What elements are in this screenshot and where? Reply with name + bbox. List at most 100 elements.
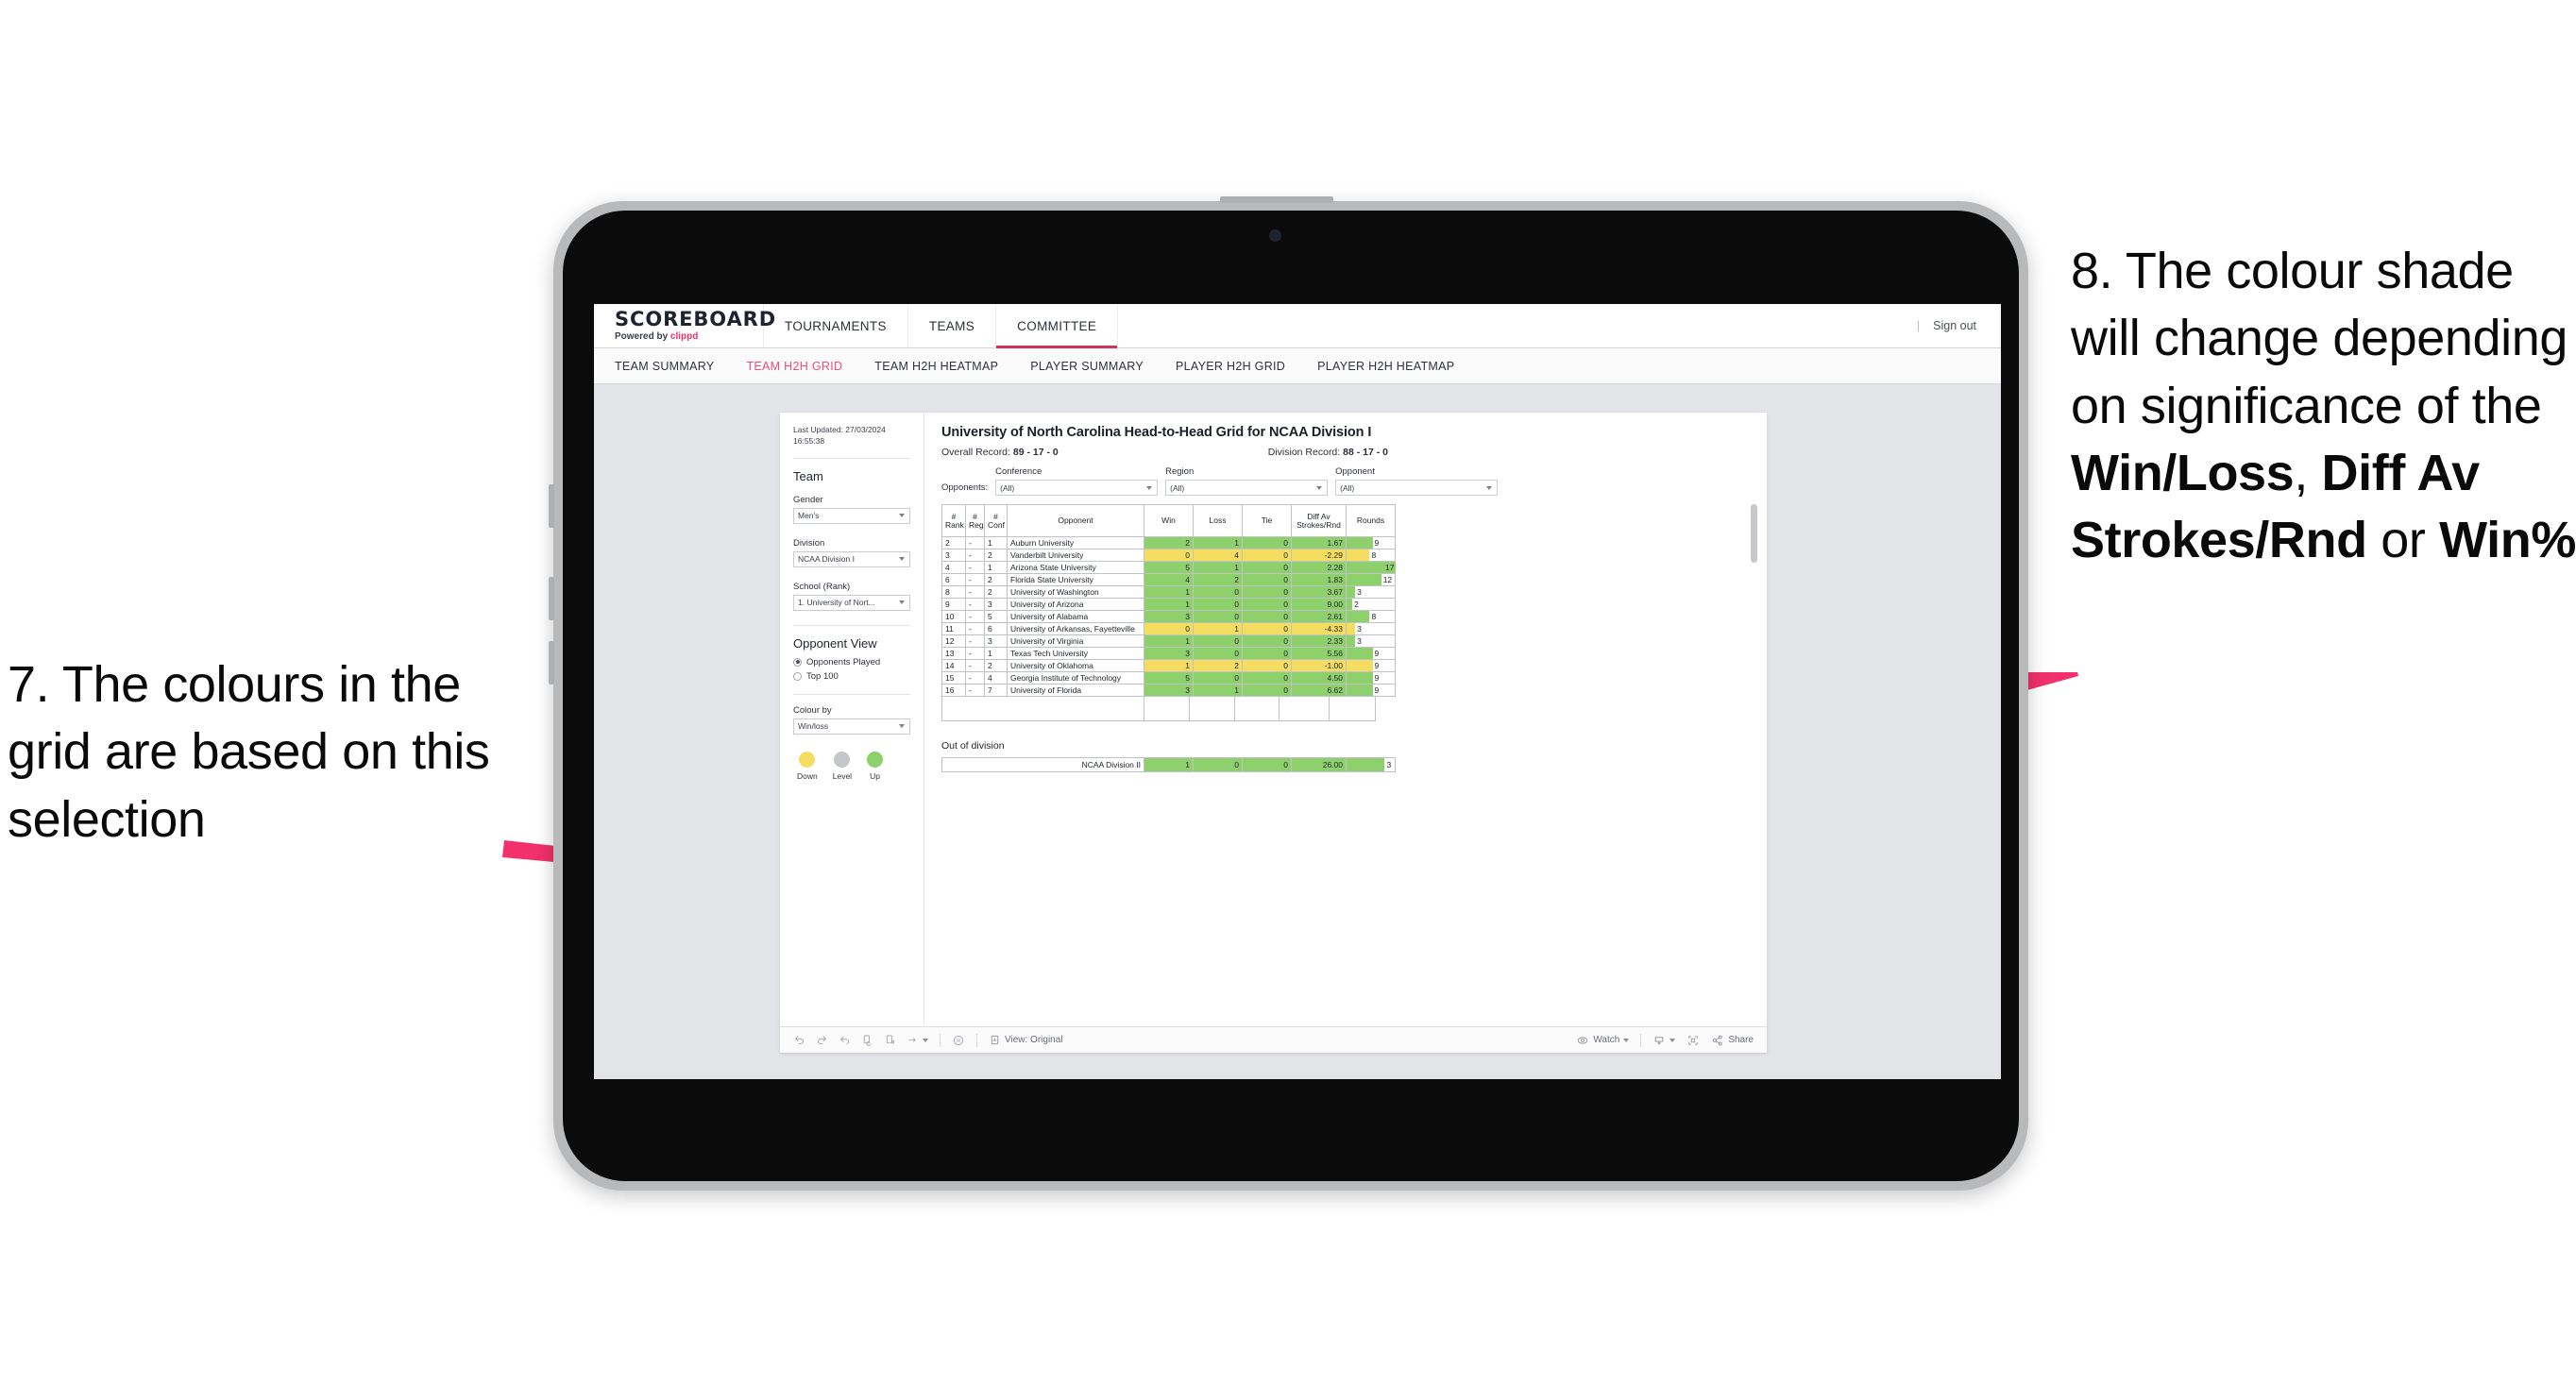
- cell-conf: 1: [984, 561, 1008, 574]
- table-row[interactable]: 9-3 University of Arizona 1 0 0 9.00 2: [941, 598, 1396, 611]
- school-select[interactable]: 1. University of Nort...: [793, 594, 910, 611]
- subnav-team-h2h-grid[interactable]: TEAM H2H GRID: [746, 360, 842, 373]
- region-filter-select[interactable]: (All): [1165, 480, 1329, 496]
- subnav-team-summary[interactable]: TEAM SUMMARY: [615, 360, 714, 373]
- brand-logo[interactable]: SCOREBOARD Powered by clippd: [594, 304, 775, 347]
- device-layout-button[interactable]: [1686, 1034, 1700, 1047]
- view-original-button[interactable]: View: Original: [989, 1034, 1063, 1046]
- pause-icon[interactable]: [952, 1034, 965, 1047]
- divider-1: [793, 457, 910, 459]
- division-select[interactable]: NCAA Division I: [793, 550, 910, 567]
- cell-tie: 0: [1242, 585, 1292, 599]
- download-button[interactable]: [1652, 1034, 1676, 1047]
- conference-filter-select[interactable]: (All): [995, 480, 1159, 496]
- viz-panel: University of North Carolina Head-to-Hea…: [924, 413, 1767, 1026]
- colour-by-field: Colour by Win/loss: [793, 705, 910, 735]
- cell-opponent: Auburn University: [1007, 536, 1144, 549]
- subnav-player-summary[interactable]: PLAYER SUMMARY: [1030, 360, 1144, 373]
- table-row[interactable]: 15-4 Georgia Institute of Technology 5 0 0 4.…: [941, 671, 1396, 685]
- overall-record-label: Overall Record:: [941, 447, 1010, 458]
- table-row[interactable]: 10-5 University of Alabama 3 0 0 2.61 8: [941, 610, 1396, 623]
- side-button[interactable]: [549, 641, 554, 685]
- chevron-down-icon: [899, 557, 905, 562]
- nav-committee[interactable]: COMMITTEE: [996, 304, 1119, 348]
- toolbar-right-group: Watch Share: [1576, 1033, 1754, 1047]
- cell-rounds: 17: [1346, 561, 1396, 574]
- rounds-value: 8: [1371, 611, 1377, 621]
- cell-loss: 4: [1193, 549, 1243, 562]
- cell-reg: -: [965, 561, 985, 574]
- col-rank: # Rank: [941, 504, 966, 537]
- rounds-value: 9: [1374, 648, 1380, 658]
- division-record: Division Record: 88 - 17 - 0: [1268, 447, 1388, 458]
- gender-select[interactable]: Men's: [793, 507, 910, 524]
- radio-top-100-label: Top 100: [806, 670, 839, 682]
- refresh-data-icon[interactable]: [861, 1034, 873, 1046]
- cell-reg: -: [965, 684, 985, 697]
- table-row[interactable]: 4-1 Arizona State University 5 1 0 2.28 17: [941, 561, 1396, 574]
- out-of-division-body: NCAA Division II 1 0 0 26.00 3: [941, 757, 1396, 772]
- cell-opponent: Vanderbilt University: [1007, 549, 1144, 562]
- radio-opponents-played[interactable]: Opponents Played: [793, 657, 910, 668]
- table-row[interactable]: 2-1 Auburn University 2 1 0 1.67 9: [941, 536, 1396, 549]
- subnav-player-h2h-grid[interactable]: PLAYER H2H GRID: [1176, 360, 1285, 373]
- table-row[interactable]: 13-1 Texas Tech University 3 0 0 5.56 9: [941, 647, 1396, 660]
- table-row[interactable]: 12-3 University of Virginia 1 0 0 2.33 3: [941, 634, 1396, 648]
- gender-value: Men's: [798, 511, 820, 521]
- watch-button[interactable]: Watch: [1576, 1034, 1630, 1047]
- col-rounds-label: Rounds: [1356, 516, 1385, 526]
- nav-teams[interactable]: TEAMS: [908, 304, 997, 347]
- cell-rank: 15: [941, 671, 966, 685]
- cell-diff: 2.61: [1291, 610, 1347, 623]
- cell-conf: 3: [984, 598, 1008, 611]
- flow-icon[interactable]: [907, 1034, 928, 1046]
- opponent-filter-select[interactable]: (All): [1335, 480, 1499, 496]
- table-row[interactable]: 8-2 University of Washington 1 0 0 3.67 3: [941, 585, 1396, 599]
- volume-down-button[interactable]: [549, 577, 554, 620]
- cell-tie: 0: [1242, 573, 1292, 586]
- power-button[interactable]: [1220, 196, 1333, 203]
- subnav-team-h2h-heatmap[interactable]: TEAM H2H HEATMAP: [874, 360, 998, 373]
- grid-scrollbar[interactable]: [1751, 504, 1757, 563]
- colour-by-select[interactable]: Win/loss: [793, 718, 910, 735]
- toolbar-divider-3: [1640, 1033, 1642, 1047]
- table-row[interactable]: 6-2 Florida State University 4 2 0 1.83 12: [941, 573, 1396, 586]
- view-original-label: View: Original: [1005, 1035, 1063, 1045]
- rounds-bar: [1347, 623, 1356, 634]
- cell-win: 1: [1144, 757, 1194, 772]
- cell-tie: 0: [1242, 659, 1292, 672]
- sign-out-link[interactable]: Sign out: [1933, 319, 1976, 332]
- redo-icon[interactable]: [816, 1034, 828, 1046]
- cell-rounds: 9: [1346, 684, 1396, 697]
- revert-icon[interactable]: [839, 1034, 851, 1046]
- subnav-player-h2h-heatmap[interactable]: PLAYER H2H HEATMAP: [1317, 360, 1454, 373]
- cell-opponent: University of Virginia: [1007, 634, 1144, 648]
- undo-icon[interactable]: [793, 1034, 805, 1046]
- cell-rounds: 9: [1346, 536, 1396, 549]
- share-button[interactable]: Share: [1711, 1034, 1754, 1047]
- table-row[interactable]: 11-6 University of Arkansas, Fayetteville…: [941, 622, 1396, 635]
- rounds-bar: [1347, 537, 1373, 549]
- share-label: Share: [1728, 1035, 1754, 1045]
- filters-panel: Last Updated: 27/03/2024 16:55:38 Team G…: [780, 413, 924, 1026]
- out-of-division-title: Out of division: [941, 740, 1005, 752]
- rounds-value: 3: [1357, 635, 1362, 646]
- radio-top-100[interactable]: Top 100: [793, 671, 910, 682]
- volume-up-button[interactable]: [549, 484, 554, 528]
- out-of-division-row[interactable]: NCAA Division II 1 0 0 26.00 3: [941, 757, 1396, 772]
- cell-conf: 2: [984, 549, 1008, 562]
- gender-field: Gender Men's: [793, 495, 910, 524]
- cell-win: 1: [1144, 598, 1194, 611]
- rounds-bar: [1347, 611, 1370, 622]
- cell-win: 3: [1144, 647, 1194, 660]
- table-row[interactable]: 16-7 University of Florida 3 1 0 6.62 9: [941, 684, 1396, 697]
- conference-filter-label: Conference: [995, 466, 1042, 477]
- cell-tie: 0: [1242, 536, 1292, 549]
- rounds-bar: [1347, 586, 1356, 598]
- cell-rank: 14: [941, 659, 966, 672]
- rounds-value: 9: [1374, 685, 1380, 695]
- pause-auto-update-icon[interactable]: [884, 1034, 896, 1046]
- table-row[interactable]: 14-2 University of Oklahoma 1 2 0 -1.00 9: [941, 659, 1396, 672]
- table-row[interactable]: 3-2 Vanderbilt University 0 4 0 -2.29 8: [941, 549, 1396, 562]
- nav-tournaments[interactable]: TOURNAMENTS: [764, 304, 908, 347]
